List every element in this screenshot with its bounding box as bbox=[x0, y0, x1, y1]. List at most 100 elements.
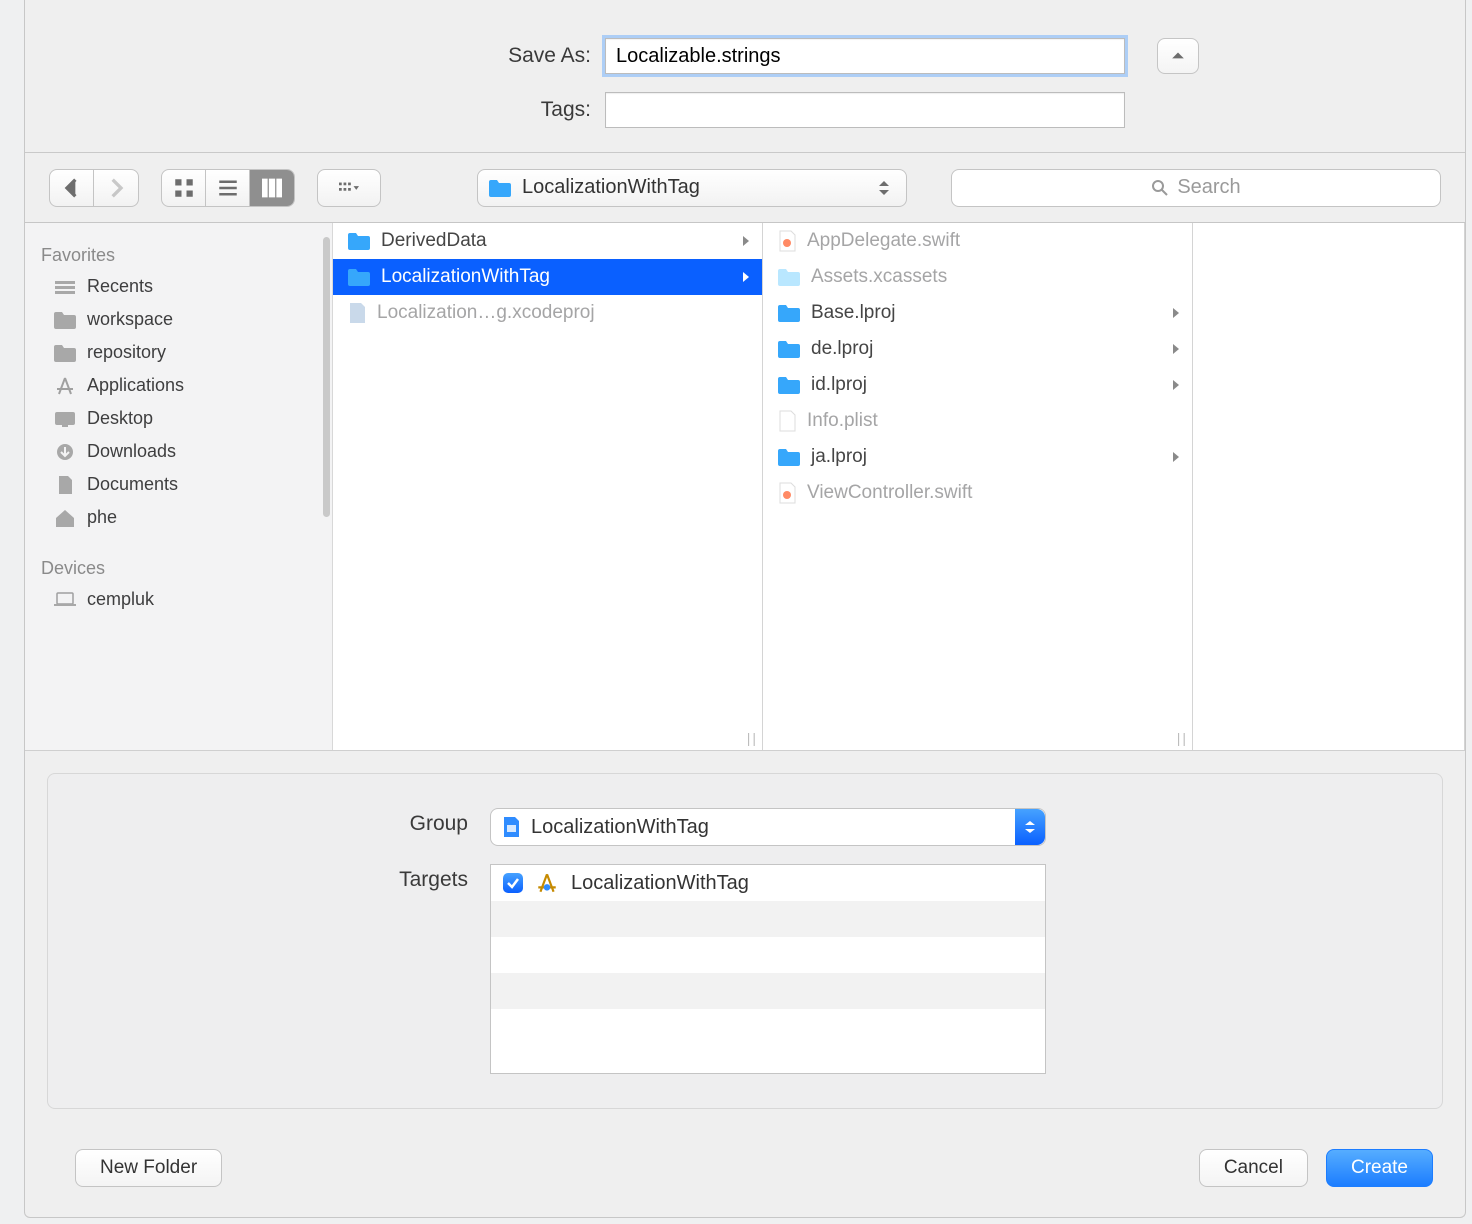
sidebar-item-label: workspace bbox=[87, 309, 173, 330]
sidebar-item-label: Desktop bbox=[87, 408, 153, 429]
column-2[interactable]: AppDelegate.swift Assets.xcassets Base.l… bbox=[763, 223, 1193, 750]
target-row[interactable]: LocalizationWithTag bbox=[491, 865, 1045, 901]
button-label: Create bbox=[1351, 1157, 1408, 1179]
column-view: DerivedData LocalizationWithTag Localiza… bbox=[333, 223, 1465, 750]
laptop-icon bbox=[53, 590, 77, 610]
arrange-icon bbox=[339, 178, 359, 198]
chevron-left-icon bbox=[62, 178, 82, 198]
file-row[interactable]: id.lproj bbox=[763, 367, 1192, 403]
options-panel-wrap: Group LocalizationWithTag Targets bbox=[25, 750, 1465, 1131]
sidebar-item-label: Recents bbox=[87, 276, 153, 297]
sidebar-item-workspace[interactable]: workspace bbox=[25, 303, 332, 336]
group-popup[interactable]: LocalizationWithTag bbox=[490, 808, 1046, 846]
sidebar-item-device[interactable]: cempluk bbox=[25, 583, 332, 616]
group-value: LocalizationWithTag bbox=[531, 816, 709, 839]
sidebar-item-label: repository bbox=[87, 342, 166, 363]
file-label: DerivedData bbox=[381, 230, 487, 252]
group-label: Group bbox=[108, 808, 468, 846]
tags-input[interactable] bbox=[605, 92, 1125, 128]
file-row[interactable]: AppDelegate.swift bbox=[763, 223, 1192, 259]
sidebar-item-repository[interactable]: repository bbox=[25, 336, 332, 369]
target-row-empty bbox=[491, 901, 1045, 937]
cancel-button[interactable]: Cancel bbox=[1199, 1149, 1308, 1187]
folder-icon bbox=[488, 178, 512, 198]
button-label: Cancel bbox=[1224, 1157, 1283, 1179]
target-checkbox[interactable] bbox=[503, 873, 523, 893]
file-row[interactable]: Localization…g.xcodeproj bbox=[333, 295, 762, 331]
arrange-button[interactable] bbox=[318, 170, 380, 206]
file-label: LocalizationWithTag bbox=[381, 266, 550, 288]
file-row[interactable]: Base.lproj bbox=[763, 295, 1192, 331]
file-row[interactable]: ja.lproj bbox=[763, 439, 1192, 475]
folder-icon bbox=[53, 343, 77, 363]
sidebar-item-label: phe bbox=[87, 507, 117, 528]
favorites-section-label: Favorites bbox=[25, 237, 332, 270]
file-label: Assets.xcassets bbox=[811, 266, 947, 288]
create-button[interactable]: Create bbox=[1326, 1149, 1433, 1187]
save-as-label: Save As: bbox=[291, 44, 591, 68]
swift-file-icon bbox=[777, 482, 797, 504]
sidebar-item-downloads[interactable]: Downloads bbox=[25, 435, 332, 468]
column-1[interactable]: DerivedData LocalizationWithTag Localiza… bbox=[333, 223, 763, 750]
save-as-input[interactable] bbox=[605, 38, 1125, 74]
sidebar-item-recents[interactable]: Recents bbox=[25, 270, 332, 303]
folder-icon bbox=[777, 339, 801, 359]
column-3[interactable] bbox=[1193, 223, 1465, 750]
file-row[interactable]: DerivedData bbox=[333, 223, 762, 259]
file-row[interactable]: ViewController.swift bbox=[763, 475, 1192, 511]
sidebar-item-applications[interactable]: Applications bbox=[25, 369, 332, 402]
list-view-button[interactable] bbox=[206, 170, 250, 206]
sidebar-item-home[interactable]: phe bbox=[25, 501, 332, 534]
icon-view-button[interactable] bbox=[162, 170, 206, 206]
file-row-selected[interactable]: LocalizationWithTag bbox=[333, 259, 762, 295]
path-popup[interactable]: LocalizationWithTag bbox=[477, 169, 907, 207]
path-value: LocalizationWithTag bbox=[522, 176, 700, 199]
check-icon bbox=[506, 876, 520, 890]
search-icon bbox=[1151, 179, 1169, 197]
xcodeproj-icon bbox=[347, 302, 367, 324]
arrange-segment bbox=[317, 169, 381, 207]
chevron-right-icon bbox=[1170, 343, 1182, 355]
file-row[interactable]: Info.plist bbox=[763, 403, 1192, 439]
columns-icon bbox=[262, 178, 282, 198]
plist-file-icon bbox=[777, 410, 797, 432]
options-panel: Group LocalizationWithTag Targets bbox=[47, 773, 1443, 1109]
column-resize-handle[interactable]: || bbox=[1172, 730, 1192, 750]
folder-icon bbox=[347, 267, 371, 287]
column-resize-handle[interactable]: || bbox=[742, 730, 762, 750]
file-label: ja.lproj bbox=[811, 446, 867, 468]
save-dialog: Save As: Tags: bbox=[24, 0, 1466, 1218]
sidebar-scrollbar[interactable] bbox=[323, 237, 330, 517]
stepper-icon bbox=[878, 174, 898, 202]
search-field[interactable]: Search bbox=[951, 169, 1441, 207]
grid-icon bbox=[174, 178, 194, 198]
browser-toolbar: LocalizationWithTag Search bbox=[25, 153, 1465, 223]
new-folder-button[interactable]: New Folder bbox=[75, 1149, 222, 1187]
back-button[interactable] bbox=[50, 170, 94, 206]
chevron-right-icon bbox=[1170, 307, 1182, 319]
collapse-toggle-button[interactable] bbox=[1157, 38, 1199, 74]
list-icon bbox=[218, 178, 238, 198]
file-label: AppDelegate.swift bbox=[807, 230, 960, 252]
file-browser: Favorites Recents workspace repository A… bbox=[25, 223, 1465, 750]
target-row-empty bbox=[491, 937, 1045, 973]
devices-section-label: Devices bbox=[25, 550, 332, 583]
button-label: New Folder bbox=[100, 1157, 197, 1179]
xcodeproj-icon bbox=[501, 816, 521, 838]
recents-icon bbox=[53, 277, 77, 297]
search-placeholder: Search bbox=[1177, 176, 1240, 199]
file-row[interactable]: Assets.xcassets bbox=[763, 259, 1192, 295]
file-label: Info.plist bbox=[807, 410, 878, 432]
forward-button[interactable] bbox=[94, 170, 138, 206]
file-label: id.lproj bbox=[811, 374, 867, 396]
sidebar-item-documents[interactable]: Documents bbox=[25, 468, 332, 501]
column-view-button[interactable] bbox=[250, 170, 294, 206]
file-row[interactable]: de.lproj bbox=[763, 331, 1192, 367]
folder-icon bbox=[53, 310, 77, 330]
file-label: Base.lproj bbox=[811, 302, 896, 324]
folder-icon bbox=[347, 231, 371, 251]
sidebar-item-desktop[interactable]: Desktop bbox=[25, 402, 332, 435]
folder-icon bbox=[777, 447, 801, 467]
sidebar-item-label: cempluk bbox=[87, 589, 154, 610]
file-label: de.lproj bbox=[811, 338, 873, 360]
